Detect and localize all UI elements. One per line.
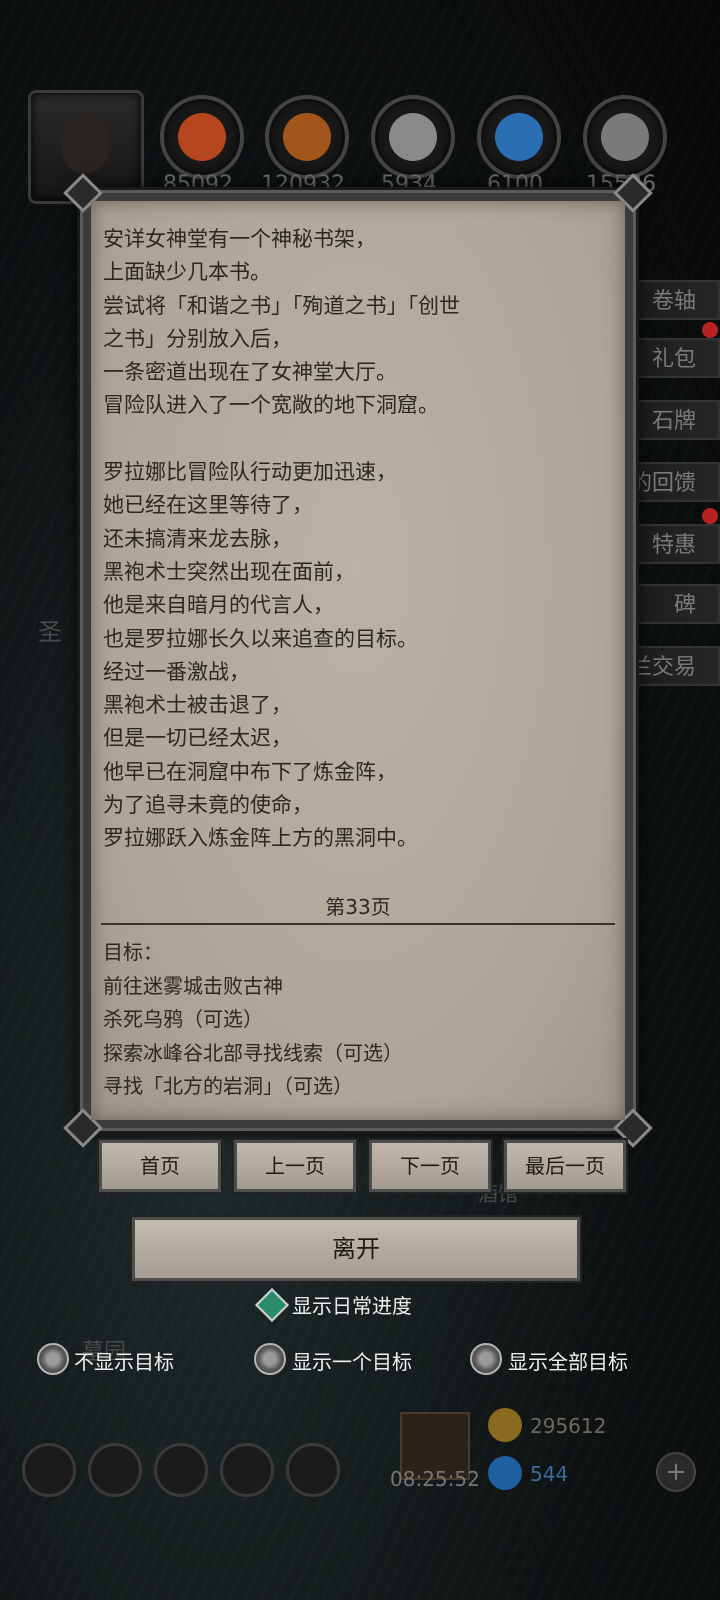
parchment-panel: 安详女神堂有一个神秘书架， 上面缺少几本书。 尝试将「和谐之书」「殉道之书」「创… <box>91 201 625 1120</box>
hide-goals-label[interactable]: 不显示目标 <box>74 1346 174 1375</box>
notification-dot <box>702 508 718 524</box>
crystal-resource-icon[interactable] <box>477 95 561 179</box>
story-dialog: 安详女神堂有一个神秘书架， 上面缺少几本书。 尝试将「和谐之书」「殉道之书」「创… <box>63 173 653 1148</box>
book-icon[interactable] <box>220 1443 274 1497</box>
goals-title: 目标： <box>103 940 163 964</box>
iron-resource-icon[interactable] <box>371 95 455 179</box>
next-page-button[interactable]: 下一页 <box>369 1140 491 1192</box>
map-label: 圣 <box>38 618 62 646</box>
goal-item: 探索冰峰谷北部寻找线索（可选） <box>103 1040 403 1065</box>
shield-icon[interactable] <box>286 1443 340 1497</box>
show-one-goal-label[interactable]: 显示一个目标 <box>292 1346 412 1375</box>
ore-resource-icon[interactable] <box>160 95 244 179</box>
first-page-button[interactable]: 首页 <box>99 1140 221 1192</box>
add-icon[interactable]: + <box>656 1452 696 1492</box>
story-text: 安详女神堂有一个神秘书架， 上面缺少几本书。 尝试将「和谐之书」「殉道之书」「创… <box>103 227 460 851</box>
gold-coin-icon <box>488 1408 522 1442</box>
prev-page-button[interactable]: 上一页 <box>234 1140 356 1192</box>
show-all-goals-label[interactable]: 显示全部目标 <box>508 1346 628 1375</box>
last-page-button[interactable]: 最后一页 <box>504 1140 626 1192</box>
settings-icon[interactable] <box>22 1443 76 1497</box>
leave-button[interactable]: 离开 <box>132 1217 580 1281</box>
goal-item: 杀死乌鸦（可选） <box>103 1007 263 1031</box>
show-one-goal-radio[interactable] <box>254 1343 286 1375</box>
daily-progress-label[interactable]: 显示日常进度 <box>292 1290 412 1319</box>
hide-goals-radio[interactable] <box>37 1343 69 1375</box>
goal-item: 前往迷雾城击败古神 <box>103 973 283 998</box>
hero-face <box>61 113 109 173</box>
compass-icon[interactable] <box>88 1443 142 1497</box>
castle-icon[interactable] <box>154 1443 208 1497</box>
goals-section: 目标： 前往迷雾城击败古神 杀死乌鸦（可选） 探索冰峰谷北部寻找线索（可选） 寻… <box>103 936 403 1104</box>
show-all-goals-radio[interactable] <box>470 1343 502 1375</box>
gem-icon <box>488 1456 522 1490</box>
divider <box>101 923 615 925</box>
timer: 08:25:52 <box>390 1467 480 1491</box>
page-number: 第33页 <box>325 895 391 919</box>
gem-count: 544 <box>530 1462 569 1486</box>
wood-resource-icon[interactable] <box>265 95 349 179</box>
steel-resource-icon[interactable] <box>583 95 667 179</box>
goal-item: 寻找「北方的岩洞」（可选） <box>103 1074 353 1098</box>
notification-dot <box>702 322 718 338</box>
gold-count: 295612 <box>530 1414 607 1438</box>
